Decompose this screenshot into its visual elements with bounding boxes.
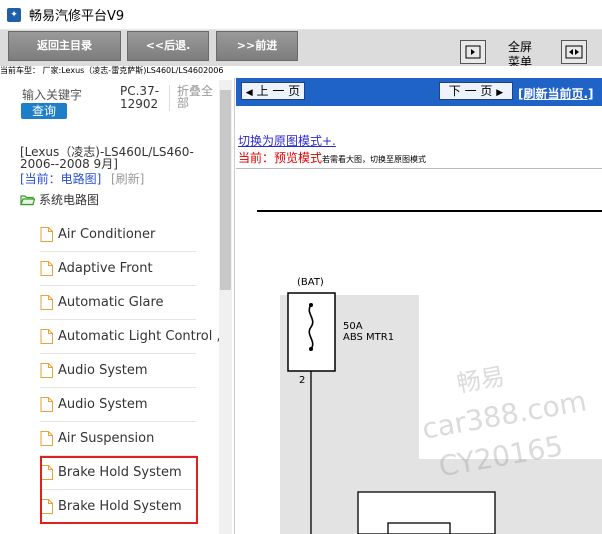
tree-item-label: Automatic Light Control , — [58, 329, 221, 344]
page-rule — [257, 210, 602, 212]
page-nav-bar: ◀ 上 一 页 下 一 页 ▶ [刷新当前页.] — [236, 78, 602, 106]
document-icon — [40, 329, 53, 344]
keyword-label[interactable]: 输入关键字 — [22, 86, 82, 103]
tree-item-label: Audio System — [58, 397, 148, 412]
document-icon — [40, 431, 53, 446]
app-logo-icon: ✦ — [7, 7, 21, 22]
highlight-annotation — [40, 456, 198, 524]
current-view-link[interactable]: [当前：电路图] — [20, 170, 101, 187]
pc-code: PC.37-12902 — [120, 85, 170, 111]
preview-hint: 若需看大图，切换至原图模式 — [322, 155, 427, 164]
preview-mode-line: 当前：预览模式若需看大图，切换至原图模式 — [238, 149, 426, 166]
tree-item[interactable]: Air Suspension — [40, 422, 196, 456]
document-icon — [40, 261, 53, 276]
expand-arrows-icon — [565, 45, 583, 59]
refresh-link[interactable]: [刷新] — [111, 170, 144, 187]
right-panel: ◀ 上 一 页 下 一 页 ▶ [刷新当前页.] 切换为原图模式+. 当前：预览… — [236, 78, 602, 534]
tree-item[interactable]: Adaptive Front — [40, 252, 196, 286]
toolbar: 返回主目录 <<后退. >>前进 全屏 菜单 — [0, 30, 602, 69]
fuse-rating: 50A — [343, 321, 363, 332]
bat-label: (BAT) — [297, 277, 324, 288]
search-button[interactable]: 查询 — [21, 103, 67, 119]
watermark-line-1: 畅易 — [455, 362, 507, 398]
left-panel: 输入关键字 查询 PC.37-12902 折叠全部 [Lexus（凌志)-LS4… — [0, 78, 235, 534]
document-icon — [40, 363, 53, 378]
prev-arrow-icon: ◀ — [245, 88, 253, 98]
fold-all-button[interactable]: 折叠全部 — [177, 85, 215, 109]
fuse-terminal-top — [309, 303, 313, 307]
tree-item[interactable]: Audio System — [40, 354, 196, 388]
folder-open-icon — [20, 194, 35, 205]
home-button[interactable]: 返回主目录 — [8, 31, 121, 61]
back-button[interactable]: <<后退. — [127, 31, 209, 61]
next-page-button[interactable]: 下 一 页 ▶ — [439, 82, 513, 100]
left-scrollbar[interactable] — [219, 80, 232, 534]
wiring-diagram[interactable]: (BAT) 50A ABS MTR1 2 畅易 car388.com CY201… — [236, 263, 602, 534]
folder-label: 系统电路图 — [39, 193, 100, 207]
collapse-panel-button[interactable] — [460, 40, 486, 64]
tree-item[interactable]: Automatic Glare — [40, 286, 196, 320]
tree-item[interactable]: Air Conditioner — [40, 218, 196, 252]
switch-mode-link[interactable]: 切换为原图模式+. — [238, 132, 336, 149]
expand-panel-button[interactable] — [561, 40, 587, 64]
preview-current: 当前：预览模式 — [238, 151, 323, 165]
connector-box — [387, 522, 451, 534]
refresh-page-link[interactable]: [刷新当前页.] — [518, 85, 594, 102]
next-arrow-icon: ▶ — [496, 88, 504, 98]
document-icon — [40, 295, 53, 310]
tree-item-label: Air Suspension — [58, 431, 155, 446]
title-bar: ✦ 畅易汽修平台V9 — [0, 0, 602, 30]
document-icon — [40, 227, 53, 242]
tree-folder-system-circuits[interactable]: 系统电路图 — [20, 191, 99, 208]
tree-item[interactable]: Automatic Light Control , — [40, 320, 221, 354]
tree-item-label: Audio System — [58, 363, 148, 378]
fuse-name: ABS MTR1 — [343, 332, 394, 343]
tree-item[interactable]: Audio System — [40, 388, 196, 422]
collapse-arrow-icon — [465, 45, 481, 59]
tree-item-label: Adaptive Front — [58, 261, 153, 276]
forward-button[interactable]: >>前进 — [216, 31, 298, 61]
document-icon — [40, 397, 53, 412]
tree-item-label: Air Conditioner — [58, 227, 156, 242]
current-car-line: 当前车型： 厂家:Lexus（凌志-雷克萨斯)LS460L/LS4602006 — [0, 66, 602, 78]
pin-number: 2 — [299, 375, 305, 386]
scrollbar-thumb[interactable] — [220, 90, 231, 290]
header-divider — [236, 168, 602, 169]
prev-page-button[interactable]: ◀ 上 一 页 — [241, 82, 305, 100]
window-title: 畅易汽修平台V9 — [29, 9, 125, 24]
fuse-terminal-bottom — [309, 347, 313, 351]
tree-item-label: Automatic Glare — [58, 295, 164, 310]
model-info: [Lexus（凌志)-LS460L/LS460-2006--2008 9月] — [20, 145, 194, 171]
watermark-line-2: car388.com — [420, 384, 589, 445]
